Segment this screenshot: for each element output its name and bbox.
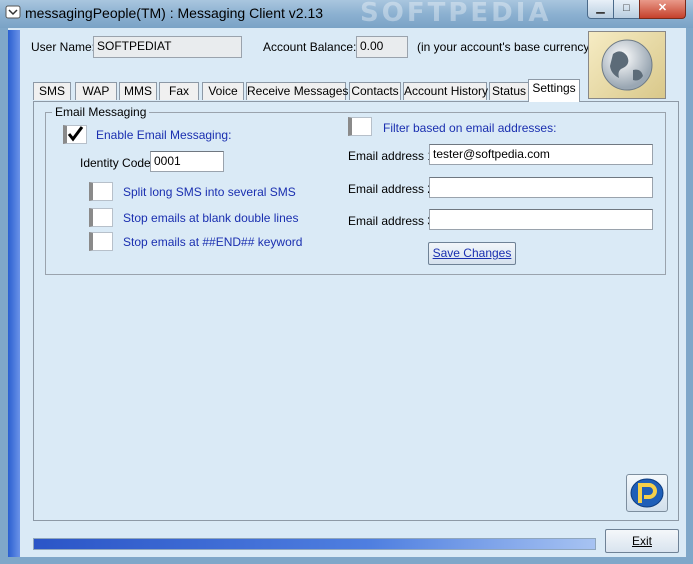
tab-account-history[interactable]: Account History [403, 82, 488, 100]
filter-addresses-label: Filter based on email addresses: [383, 121, 557, 135]
app-icon[interactable] [5, 4, 21, 20]
email-address-1-label: Email address 1: [348, 149, 438, 163]
tab-settings[interactable]: Settings [528, 79, 580, 102]
split-sms-checkbox[interactable] [89, 182, 113, 201]
user-name-label: User Name: [31, 40, 96, 54]
filter-addresses-checkbox[interactable] [348, 117, 372, 136]
tab-sms[interactable]: SMS [33, 82, 71, 100]
identity-code-input[interactable]: 0001 [150, 151, 224, 172]
balance-label: Account Balance: [263, 40, 357, 54]
enable-email-checkbox[interactable] [63, 125, 87, 144]
stop-end-keyword-checkbox[interactable] [89, 232, 113, 251]
progress-bar [33, 538, 596, 550]
exit-button[interactable]: Exit [605, 529, 679, 553]
maximize-button[interactable]: □ [613, 0, 640, 19]
minimize-button[interactable]: ▁ [587, 0, 614, 19]
tab-fax[interactable]: Fax [159, 82, 199, 100]
balance-field: 0.00 [356, 36, 408, 58]
watermark: SOFTPEDIA [360, 0, 552, 28]
stop-end-keyword-label: Stop emails at ##END## keyword [123, 235, 303, 249]
tab-mms[interactable]: MMS [119, 82, 157, 100]
save-changes-label: Save Changes [432, 246, 512, 260]
close-button[interactable]: ✕ [639, 0, 686, 19]
split-sms-label: Split long SMS into several SMS [123, 185, 296, 199]
email-address-3-label: Email address 3: [348, 214, 438, 228]
globe-logo [588, 31, 666, 99]
tab-wap[interactable]: WAP [75, 82, 117, 100]
accent-stripe [8, 30, 20, 557]
checkmark-icon [67, 126, 84, 142]
p-logo-icon [630, 478, 664, 508]
enable-email-label: Enable Email Messaging: [96, 128, 232, 142]
window-title: messagingPeople(TM) : Messaging Client v… [25, 5, 324, 21]
save-changes-button[interactable]: Save Changes [428, 242, 516, 265]
tab-receive-messages[interactable]: Receive Messages [246, 82, 348, 100]
tab-voice[interactable]: Voice [202, 82, 244, 100]
email-address-1-input[interactable]: tester@softpedia.com [429, 144, 653, 165]
email-address-3-input[interactable] [429, 209, 653, 230]
currency-note: (in your account's base currency) [417, 40, 594, 54]
tab-contacts[interactable]: Contacts [349, 82, 401, 100]
user-name-field: SOFTPEDIAT [93, 36, 242, 58]
identity-code-label: Identity Code: [80, 156, 155, 170]
email-address-2-label: Email address 2: [348, 182, 438, 196]
stop-blank-lines-label: Stop emails at blank double lines [123, 211, 299, 225]
tab-status[interactable]: Status [489, 82, 529, 100]
exit-label: Exit [631, 534, 652, 548]
refresh-logo-button[interactable] [626, 474, 668, 512]
stop-blank-lines-checkbox[interactable] [89, 208, 113, 227]
email-address-2-input[interactable] [429, 177, 653, 198]
group-title: Email Messaging [52, 105, 150, 119]
